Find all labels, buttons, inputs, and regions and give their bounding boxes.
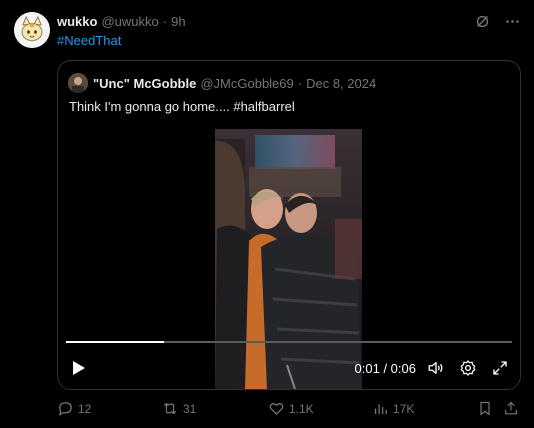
cat-mascot-icon bbox=[14, 12, 50, 48]
repost-icon bbox=[163, 402, 177, 415]
author-handle[interactable]: @uwukko bbox=[101, 14, 158, 29]
repost-count: 31 bbox=[183, 401, 197, 416]
video-progress-fill bbox=[66, 341, 165, 343]
author-avatar[interactable] bbox=[14, 12, 50, 48]
like-count: 1.1K bbox=[289, 401, 314, 416]
tweet-text[interactable]: #NeedThat bbox=[57, 33, 121, 48]
quoted-text: Think I'm gonna go home.... #halfbarrel bbox=[69, 99, 295, 114]
bookmark-icon bbox=[480, 401, 490, 416]
reply-button[interactable]: 12 bbox=[57, 400, 91, 417]
play-icon[interactable] bbox=[68, 358, 88, 378]
view-count: 17K bbox=[393, 401, 415, 416]
like-button[interactable]: 1.1K bbox=[268, 400, 314, 417]
video-player[interactable]: 0:01 / 0:06 bbox=[58, 129, 520, 389]
quoted-author-handle[interactable]: @JMcGobble69 bbox=[200, 76, 293, 91]
reply-count: 12 bbox=[78, 401, 92, 416]
video-frame bbox=[215, 129, 362, 389]
reply-icon bbox=[59, 402, 72, 416]
quoted-date[interactable]: Dec 8, 2024 bbox=[306, 76, 376, 91]
video-time: 0:01 / 0:06 bbox=[354, 361, 416, 376]
views-button[interactable]: 17K bbox=[372, 400, 414, 417]
quoted-separator-dot: · bbox=[297, 75, 303, 91]
quoted-avatar[interactable] bbox=[68, 73, 88, 93]
tweet-top-icons bbox=[472, 11, 522, 31]
quoted-author-name[interactable]: "Unc" McGobble bbox=[93, 76, 196, 91]
settings-icon[interactable] bbox=[458, 358, 478, 378]
video-progress-bar[interactable] bbox=[66, 341, 512, 343]
volume-icon[interactable] bbox=[426, 358, 446, 378]
separator-dot: · bbox=[162, 13, 168, 29]
grok-icon[interactable] bbox=[472, 11, 492, 31]
tweet-actions: 12 31 1.1K 17K bbox=[57, 398, 525, 420]
more-options-icon[interactable] bbox=[502, 11, 522, 31]
video-controls: 0:01 / 0:06 bbox=[58, 355, 520, 381]
author-name[interactable]: wukko bbox=[57, 14, 97, 29]
quoted-tweet[interactable]: "Unc" McGobble @JMcGobble69 · Dec 8, 202… bbox=[57, 60, 521, 390]
quoted-header: "Unc" McGobble @JMcGobble69 · Dec 8, 202… bbox=[68, 73, 376, 93]
tweet-time[interactable]: 9h bbox=[171, 14, 185, 29]
views-icon bbox=[374, 404, 387, 415]
repost-button[interactable]: 31 bbox=[161, 400, 196, 417]
share-button[interactable] bbox=[503, 400, 519, 417]
fullscreen-icon[interactable] bbox=[490, 358, 510, 378]
tweet-header: wukko @uwukko · 9h bbox=[57, 12, 186, 30]
bookmark-button[interactable] bbox=[477, 400, 493, 417]
share-icon bbox=[505, 401, 517, 415]
heart-icon bbox=[269, 403, 284, 415]
